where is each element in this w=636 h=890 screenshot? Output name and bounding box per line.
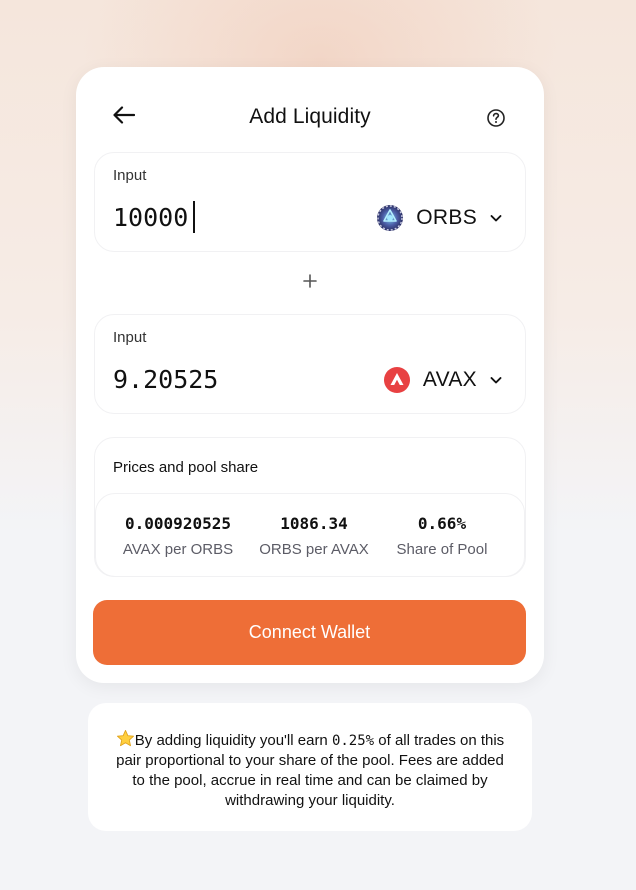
card-header: Add Liquidity [76, 67, 544, 153]
token-symbol: ORBS [416, 206, 477, 229]
prices-pool-share-panel: Prices and pool share 0.000920525 AVAX p… [94, 437, 526, 577]
input-label: Input [113, 167, 147, 184]
stat-value: 0.000920525 [125, 514, 231, 533]
token-symbol: AVAX [422, 368, 477, 391]
info-text: By adding liquidity you'll earn 0.25% of… [112, 729, 508, 811]
add-liquidity-card: Add Liquidity Input 10000 ORBS Input 9.2… [76, 67, 544, 683]
amount-input-1[interactable] [113, 199, 333, 235]
info-text-part1: By adding liquidity you'll earn [134, 732, 332, 749]
star-icon [116, 729, 134, 747]
chevron-down-icon [490, 215, 502, 222]
question-circle-icon [487, 109, 505, 127]
connect-wallet-button[interactable]: Connect Wallet [93, 600, 526, 665]
input-label: Input [113, 329, 147, 346]
chevron-down-icon [490, 377, 502, 384]
stat-label: Share of Pool [396, 541, 488, 558]
fee-percentage: 0.25% [331, 733, 375, 749]
page-title: Add Liquidity [249, 105, 371, 128]
stat-label: AVAX per ORBS [122, 541, 234, 558]
stat-avax-per-orbs: 0.000920525 AVAX per ORBS [108, 514, 248, 558]
pool-stats: 0.000920525 AVAX per ORBS 1086.34 ORBS p… [95, 493, 525, 577]
help-button[interactable] [486, 108, 506, 128]
token-selector-avax[interactable]: AVAX [383, 365, 503, 395]
stat-orbs-per-avax: 1086.34 ORBS per AVAX [244, 514, 384, 558]
avax-token-icon [383, 367, 410, 393]
token-selector-orbs[interactable]: ORBS [376, 203, 503, 233]
stat-share-of-pool: 0.66% Share of Pool [372, 514, 512, 558]
amount-input-2[interactable] [113, 361, 333, 397]
stat-value: 1086.34 [280, 514, 348, 533]
orbs-token-icon [377, 205, 404, 231]
token-input-panel-2: Input AVAX [94, 314, 526, 414]
liquidity-info-card: By adding liquidity you'll earn 0.25% of… [88, 703, 532, 831]
pool-title: Prices and pool share [113, 459, 259, 476]
plus-icon [303, 274, 317, 288]
stat-value: 0.66% [417, 514, 467, 533]
text-caret [193, 201, 195, 233]
token-input-panel-1: Input ORBS [94, 152, 526, 252]
stat-label: ORBS per AVAX [259, 541, 369, 558]
